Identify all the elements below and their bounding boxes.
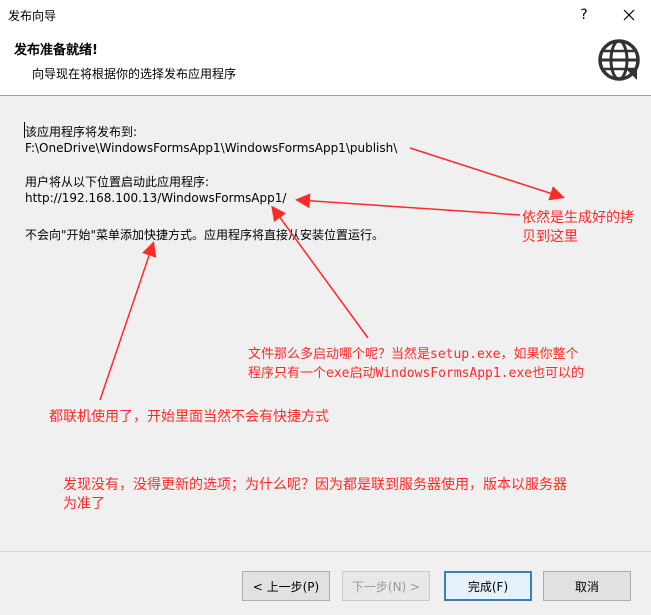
launch-location-label: 用户将从以下位置启动此应用程序: bbox=[25, 175, 210, 189]
arrow-to-publish-path bbox=[409, 147, 565, 201]
close-button[interactable] bbox=[614, 2, 644, 28]
annotation-no-update: 发现没有，没得更新的选项；为什么呢？因为都是联到服务器使用，版本以服务器 为准了 bbox=[63, 476, 648, 514]
annotation-publish-copy-line1: 依然是生成好的拷 bbox=[522, 210, 634, 226]
wizard-header: 发布准备就绪! 向导现在将根据你的选择发布应用程序 bbox=[0, 31, 651, 96]
annotation-setup-exe-line2: 程序只有一个exe启动WindowsFormsApp1.exe也可以的 bbox=[248, 366, 585, 381]
annotation-setup-exe-line1: 文件那么多启动哪个呢？当然是setup.exe，如果你整个 bbox=[248, 347, 579, 362]
annotation-no-update-line1: 发现没有，没得更新的选项；为什么呢？因为都是联到服务器使用，版本以服务器 bbox=[63, 477, 567, 493]
shortcut-info-line: 不会向"开始"菜单添加快捷方式。应用程序将直接从安装位置运行。 bbox=[25, 228, 385, 242]
annotation-no-shortcut: 都联机使用了，开始里面当然不会有快捷方式 bbox=[49, 409, 329, 425]
arrow-to-launch-url bbox=[295, 193, 521, 216]
header-subtitle: 向导现在将根据你的选择发布应用程序 bbox=[32, 67, 237, 81]
close-icon bbox=[623, 9, 635, 21]
annotation-no-update-line2: 为准了 bbox=[63, 496, 105, 512]
previous-button[interactable]: < 上一步(P) bbox=[242, 571, 330, 601]
arrow-to-shortcut-line bbox=[99, 241, 157, 401]
window-title: 发布向导 bbox=[8, 9, 57, 23]
publish-location-path: F:\OneDrive\WindowsFormsApp1\WindowsForm… bbox=[25, 141, 398, 155]
annotation-setup-exe: 文件那么多启动哪个呢？当然是setup.exe，如果你整个 程序只有一个exe启… bbox=[248, 345, 584, 383]
help-button[interactable]: ? bbox=[572, 4, 596, 26]
finish-button[interactable]: 完成(F) bbox=[444, 571, 532, 601]
header-title: 发布准备就绪! bbox=[14, 43, 98, 58]
launch-location-url: http://192.168.100.13/WindowsFormsApp1/ bbox=[25, 191, 287, 205]
cancel-button[interactable]: 取消 bbox=[543, 571, 631, 601]
next-button[interactable]: 下一步(N) > bbox=[342, 571, 430, 601]
annotation-publish-copy-line2: 贝到这里 bbox=[522, 229, 578, 245]
globe-publish-icon bbox=[598, 39, 640, 81]
footer-divider bbox=[0, 551, 651, 552]
publish-location-label: 该应用程序将发布到: bbox=[25, 125, 138, 139]
annotation-publish-copy: 依然是生成好的拷 贝到这里 bbox=[522, 209, 634, 247]
title-bar: 发布向导 ? bbox=[0, 0, 651, 31]
